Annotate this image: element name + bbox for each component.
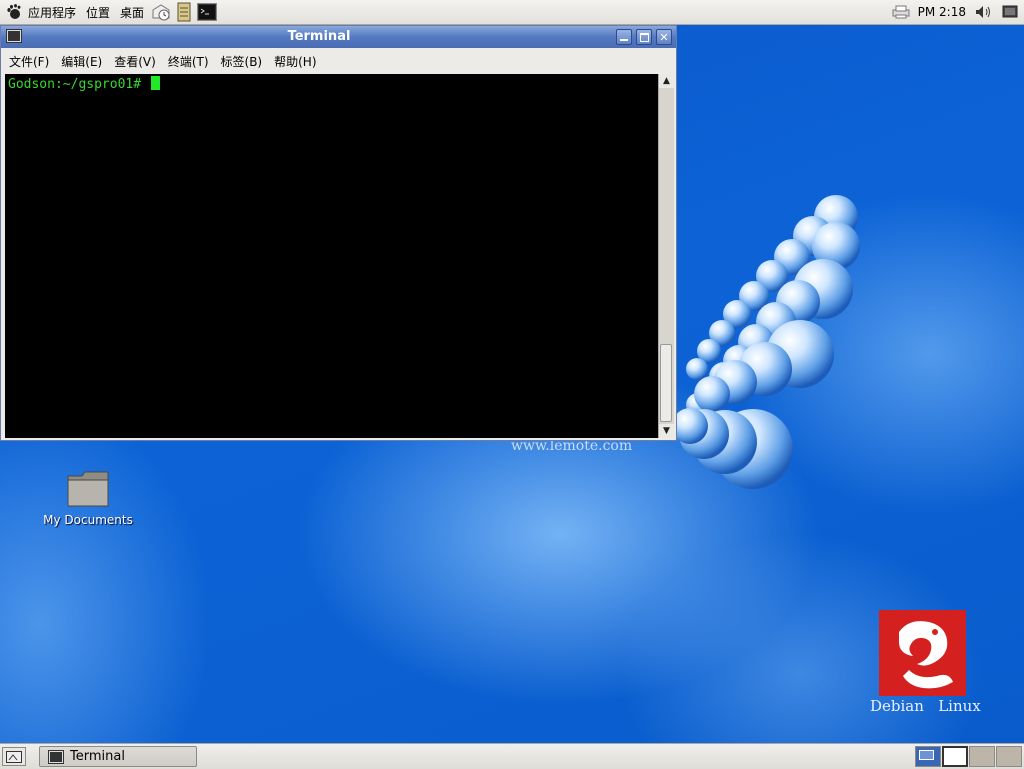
menu-file[interactable]: 文件(F) xyxy=(9,53,49,70)
folder-icon xyxy=(67,471,109,507)
top-panel: 应用程序 位置 桌面 PM 2:18 xyxy=(0,0,1024,25)
desktop-menu[interactable]: 桌面 xyxy=(120,4,144,21)
text-cursor xyxy=(150,76,160,90)
terminal-icon xyxy=(48,749,64,764)
terminal-scrollbar[interactable]: ▲ ▼ xyxy=(658,74,674,438)
terminal-launcher-icon[interactable] xyxy=(197,2,218,22)
debian-linux-text: Debian Linux xyxy=(870,697,981,715)
show-desktop-icon xyxy=(6,750,22,763)
monitor-icon[interactable] xyxy=(1002,4,1018,20)
terminal-window: Terminal ✕ 文件(F) 编辑(E) 查看(V) 终端(T) 标签(B)… xyxy=(0,25,677,441)
bottom-panel: Terminal xyxy=(0,743,1024,769)
clock[interactable]: PM 2:18 xyxy=(918,5,966,19)
workspace-window-thumb xyxy=(919,750,934,760)
scroll-down-icon[interactable]: ▼ xyxy=(659,424,674,438)
window-title: Terminal xyxy=(287,29,351,44)
volume-icon[interactable] xyxy=(974,4,994,20)
desktop-icon-my-documents[interactable]: My Documents xyxy=(38,470,138,527)
workspace-4[interactable] xyxy=(996,746,1022,767)
menu-tabs[interactable]: 标签(B) xyxy=(221,53,263,70)
workspace-switcher xyxy=(914,746,1022,767)
taskbar-button-terminal[interactable]: Terminal xyxy=(39,746,197,767)
taskbar-button-label: Terminal xyxy=(70,749,125,764)
minimize-icon xyxy=(620,39,628,41)
show-desktop-button[interactable] xyxy=(2,747,26,766)
scrollbar-thumb[interactable] xyxy=(660,344,672,422)
workspace-3[interactable] xyxy=(969,746,995,767)
workspace-1[interactable] xyxy=(915,746,941,767)
applications-menu[interactable]: 应用程序 xyxy=(28,4,76,21)
gnome-foot-icon[interactable] xyxy=(6,4,22,20)
desktop-icon-label: My Documents xyxy=(43,513,133,527)
menu-help[interactable]: 帮助(H) xyxy=(274,53,316,70)
menu-edit[interactable]: 编辑(E) xyxy=(61,53,102,70)
shell-prompt: Godson:~/gspro01# xyxy=(8,77,149,92)
minimize-button[interactable] xyxy=(616,29,632,45)
close-icon: ✕ xyxy=(659,30,669,44)
maximize-button[interactable] xyxy=(636,29,652,45)
debian-dragon-logo xyxy=(879,610,966,696)
scroll-up-icon[interactable]: ▲ xyxy=(659,74,674,88)
menu-terminal[interactable]: 终端(T) xyxy=(168,53,209,70)
terminal-output[interactable]: Godson:~/gspro01# xyxy=(5,74,658,438)
printer-icon[interactable] xyxy=(892,5,910,19)
close-button[interactable]: ✕ xyxy=(656,29,672,45)
notes-icon[interactable] xyxy=(174,2,194,22)
menu-view[interactable]: 查看(V) xyxy=(114,53,156,70)
maximize-icon xyxy=(639,32,649,42)
window-titlebar[interactable]: Terminal ✕ xyxy=(1,26,676,48)
places-menu[interactable]: 位置 xyxy=(86,4,110,21)
workspace-2[interactable] xyxy=(942,746,968,767)
mail-clock-icon[interactable] xyxy=(151,2,171,22)
terminal-menubar: 文件(F) 编辑(E) 查看(V) 终端(T) 标签(B) 帮助(H) xyxy=(1,49,676,73)
shell-prompt-line: Godson:~/gspro01# xyxy=(8,76,160,92)
system-tray: PM 2:18 xyxy=(892,0,1018,24)
